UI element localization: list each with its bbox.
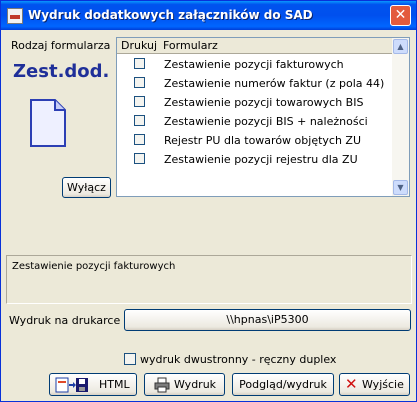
exit-button[interactable]: ✕ Wyjście (339, 373, 410, 396)
row-label: Zestawienie pozycji towarowych BIS (164, 96, 364, 109)
print-checkbox[interactable] (134, 153, 145, 164)
app-icon (7, 8, 23, 24)
duplex-checkbox[interactable] (124, 353, 136, 365)
forms-grid: Drukuj Formularz Zestawienie pozycji fak… (116, 37, 410, 197)
print-button[interactable]: Wydruk (144, 373, 225, 396)
row-label: Zestawienie pozycji BIS + należności (164, 115, 368, 128)
duplex-label: wydruk dwustronny - ręczny duplex (140, 353, 337, 366)
document-icon (30, 99, 66, 147)
grid-row[interactable]: Zestawienie pozycji towarowych BIS (117, 93, 393, 112)
html-export-button[interactable]: HTML (49, 373, 137, 396)
close-button[interactable]: ✕ (390, 5, 411, 26)
grid-header: Drukuj Formularz (117, 38, 393, 54)
description-panel: Zestawienie pozycji fakturowych (6, 255, 412, 304)
export-html-icon (55, 377, 88, 393)
form-type-label: Rodzaj formularza (11, 39, 111, 52)
row-label: Zestawienie pozycji rejestru dla ZU (164, 153, 358, 166)
toggle-button[interactable]: Wyłącz (62, 177, 111, 198)
window-title: Wydruk dodatkowych załączników do SAD (28, 8, 313, 22)
row-label: Zestawienie numerów faktur (z pola 44) (164, 77, 385, 90)
scroll-up-icon[interactable]: ▲ (393, 39, 408, 54)
print-checkbox[interactable] (134, 115, 145, 126)
brand-text: Zest.dod. (13, 61, 110, 82)
column-header-print[interactable]: Drukuj (121, 39, 157, 52)
grid-row[interactable]: Zestawienie numerów faktur (z pola 44) (117, 74, 393, 93)
print-checkbox[interactable] (134, 96, 145, 107)
grid-row[interactable]: Zestawienie pozycji fakturowych (117, 55, 393, 74)
description-text: Zestawienie pozycji fakturowych (12, 261, 176, 272)
grid-row[interactable]: Zestawienie pozycji rejestru dla ZU (117, 150, 393, 169)
vertical-scrollbar[interactable]: ▲ ▼ (392, 38, 409, 196)
print-checkbox[interactable] (134, 134, 145, 145)
print-checkbox[interactable] (134, 77, 145, 88)
row-label: Rejestr PU dla towarów objętych ZU (164, 134, 362, 147)
printer-icon (154, 377, 170, 393)
printer-select-button[interactable]: \\hpnas\iP5300 (124, 309, 411, 331)
preview-print-button[interactable]: Podgląd/wydruk (232, 373, 334, 396)
print-checkbox[interactable] (134, 58, 145, 69)
exit-button-label: Wyjście (362, 378, 404, 391)
grid-row[interactable]: Zestawienie pozycji BIS + należności (117, 112, 393, 131)
dialog-window: Wydruk dodatkowych załączników do SAD ✕ … (0, 0, 417, 402)
column-header-form[interactable]: Formularz (163, 39, 218, 52)
title-bar[interactable]: Wydruk dodatkowych załączników do SAD ✕ (1, 1, 416, 30)
row-label: Zestawienie pozycji fakturowych (164, 58, 344, 71)
close-icon: ✕ (345, 375, 358, 393)
html-button-label: HTML (99, 378, 130, 391)
grid-row[interactable]: Rejestr PU dla towarów objętych ZU (117, 131, 393, 150)
scroll-down-icon[interactable]: ▼ (393, 180, 408, 195)
print-button-label: Wydruk (174, 378, 217, 391)
printer-label: Wydruk na drukarce (9, 314, 121, 327)
